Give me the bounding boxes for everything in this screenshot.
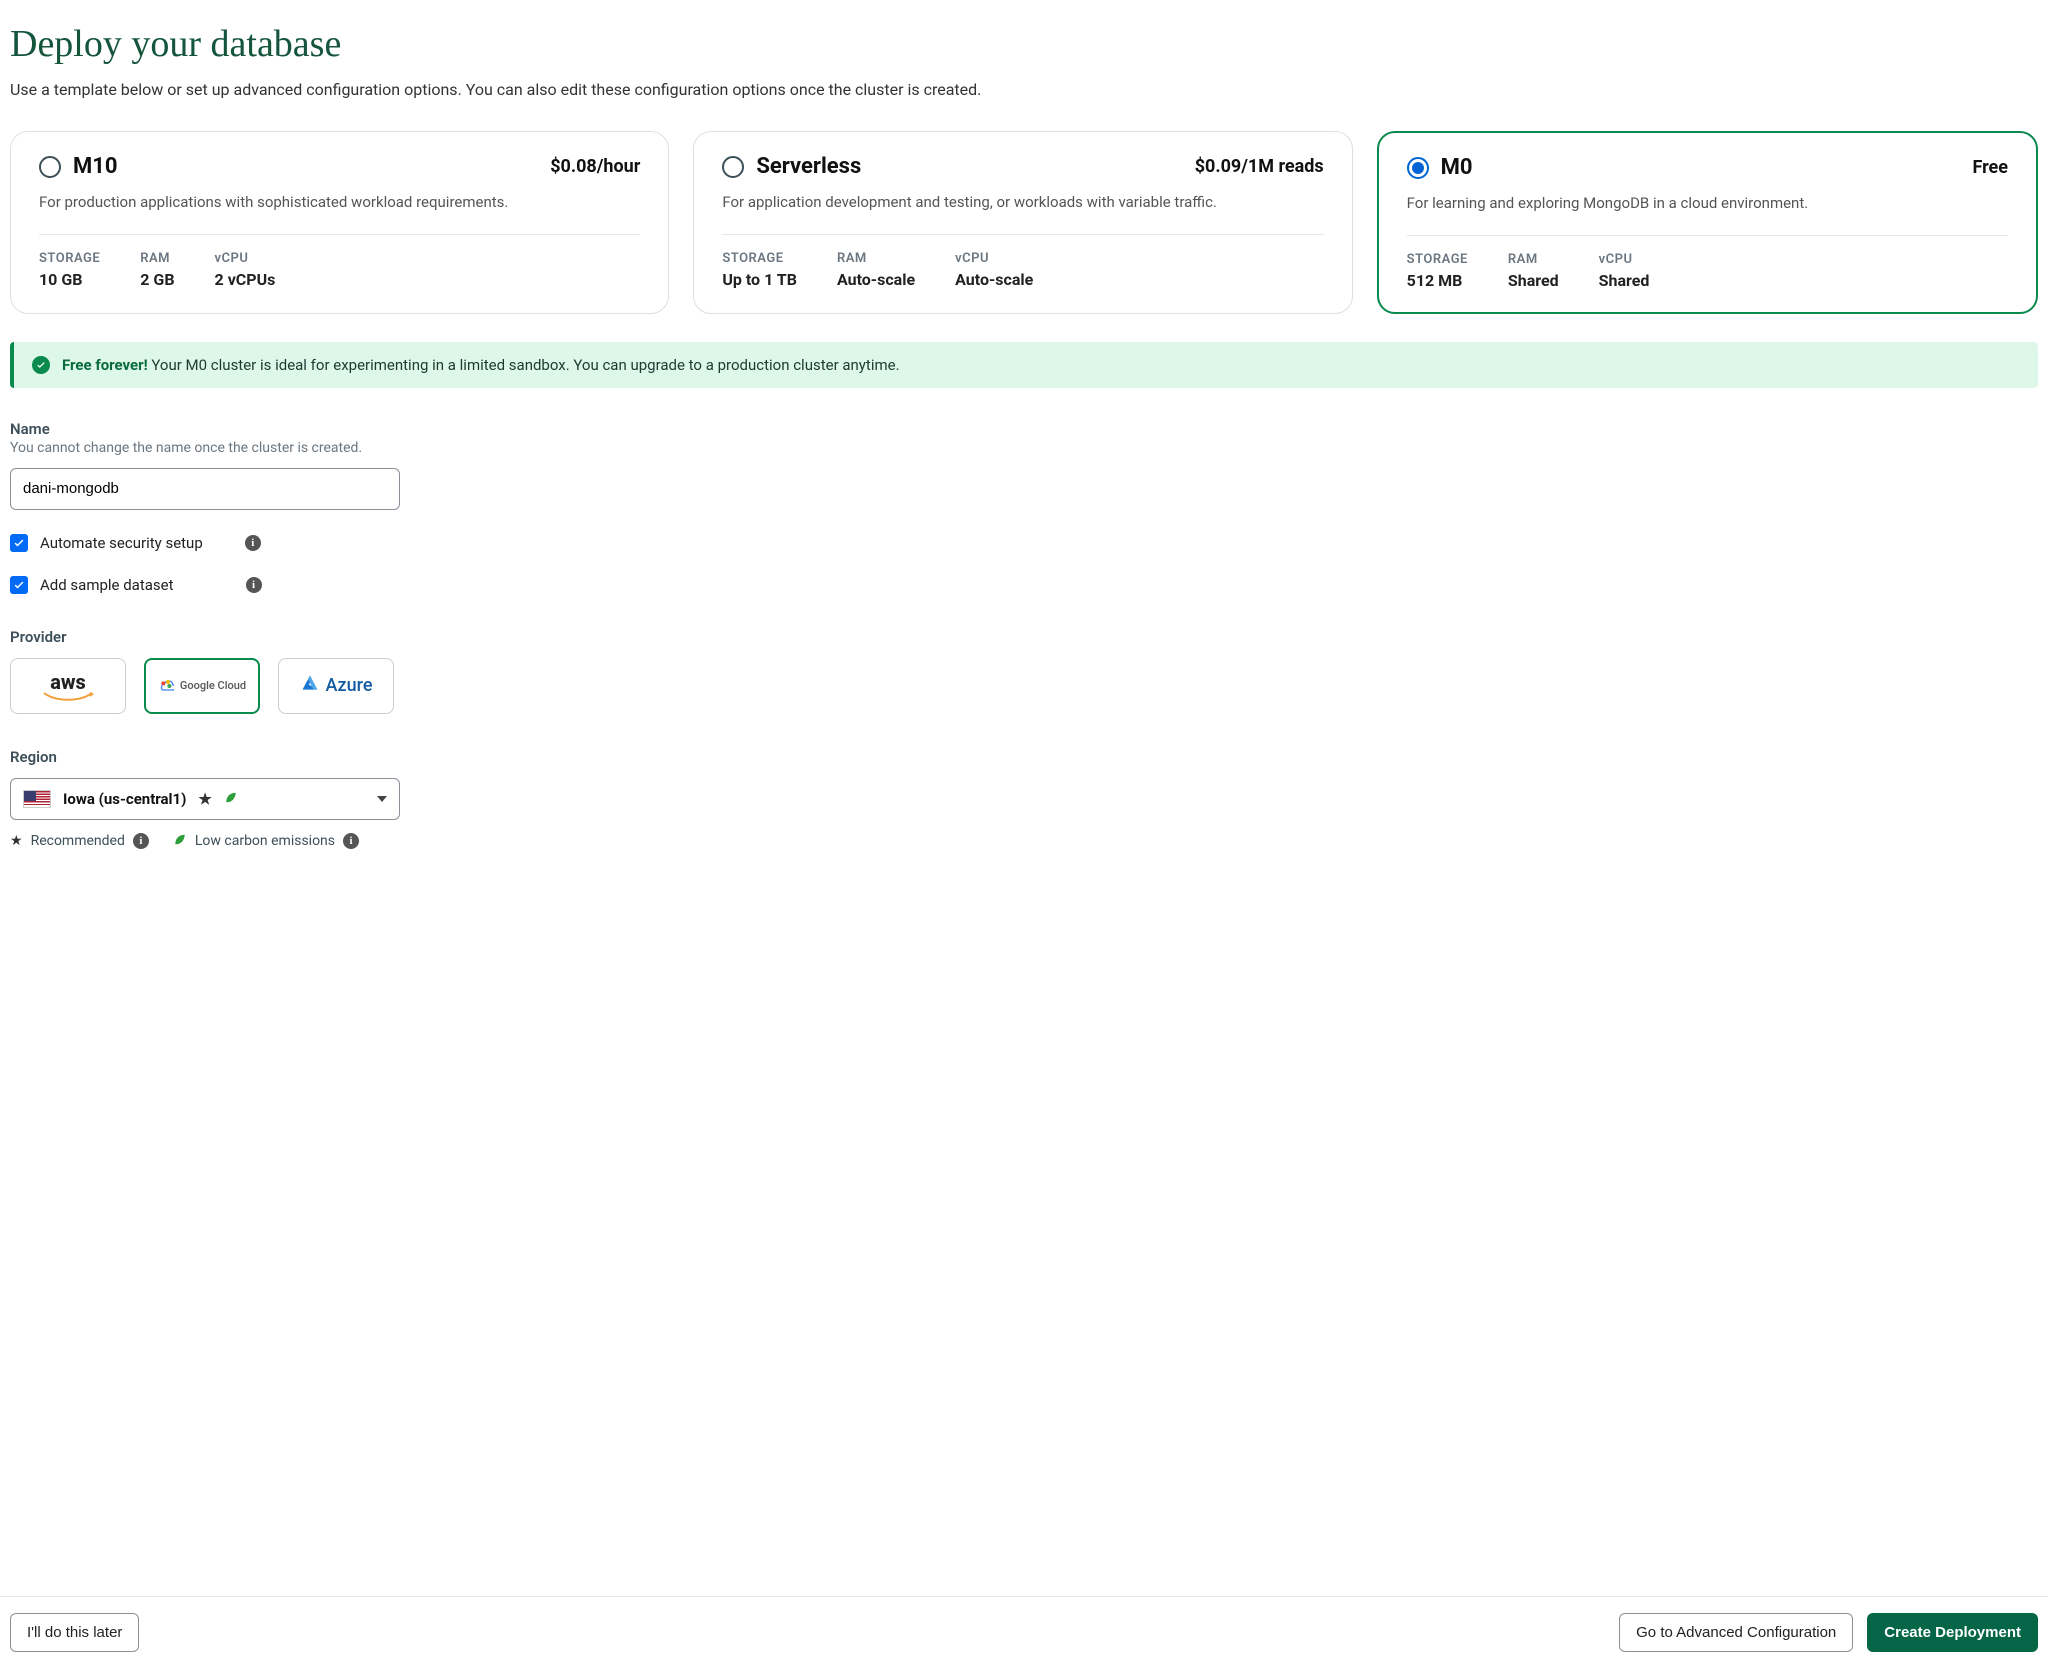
region-legend: ★ Recommended i Low carbon emissions i	[10, 832, 2038, 850]
ram-value: 2 GB	[140, 270, 174, 289]
vcpu-value: Auto-scale	[955, 270, 1033, 289]
name-help: You cannot change the name once the clus…	[10, 440, 2038, 456]
checkbox-icon[interactable]	[10, 534, 28, 552]
star-icon: ★	[10, 833, 23, 849]
plan-title: Serverless	[756, 154, 861, 179]
info-icon[interactable]: i	[133, 833, 149, 849]
provider-aws[interactable]: aws	[10, 658, 126, 714]
banner-strong: Free forever!	[62, 356, 148, 374]
info-icon[interactable]: i	[246, 577, 262, 593]
name-section: Name You cannot change the name once the…	[10, 420, 2038, 510]
star-icon: ★	[198, 790, 211, 808]
info-icon[interactable]: i	[343, 833, 359, 849]
region-select[interactable]: Iowa (us-central1) ★	[10, 778, 400, 820]
page-subtitle: Use a template below or set up advanced …	[10, 80, 2038, 99]
azure-icon	[300, 673, 320, 698]
vcpu-label: vCPU	[955, 251, 1033, 266]
radio-serverless[interactable]	[722, 156, 744, 178]
plan-card-serverless[interactable]: Serverless $0.09/1M reads For applicatio…	[693, 131, 1352, 314]
checkbox-icon[interactable]	[10, 576, 28, 594]
page-title: Deploy your database	[10, 22, 2038, 66]
us-flag-icon	[23, 790, 51, 808]
region-selected-text: Iowa (us-central1)	[63, 790, 186, 808]
plan-card-m10[interactable]: M10 $0.08/hour For production applicatio…	[10, 131, 669, 314]
automate-security-checkbox-row[interactable]: Automate security setup i	[10, 534, 2038, 552]
plan-price: $0.09/1M reads	[1195, 156, 1324, 177]
storage-value: 10 GB	[39, 270, 100, 289]
chevron-down-icon	[377, 796, 387, 802]
radio-m0[interactable]	[1407, 157, 1429, 179]
google-cloud-label: Google Cloud	[180, 679, 246, 692]
ram-value: Auto-scale	[837, 270, 915, 289]
aws-logo: aws	[50, 670, 86, 694]
plan-desc: For production applications with sophist…	[39, 191, 640, 214]
plan-desc: For application development and testing,…	[722, 191, 1323, 214]
ram-label: RAM	[837, 251, 915, 266]
create-deployment-button[interactable]: Create Deployment	[1867, 1613, 2038, 1652]
region-label: Region	[10, 748, 2038, 766]
vcpu-label: vCPU	[1599, 252, 1650, 267]
info-icon[interactable]: i	[245, 535, 261, 551]
provider-google-cloud[interactable]: Google Cloud	[144, 658, 260, 714]
radio-m10[interactable]	[39, 156, 61, 178]
checkbox-label: Automate security setup	[40, 534, 203, 552]
banner-text: Your M0 cluster is ideal for experimenti…	[148, 356, 900, 374]
plan-price: $0.08/hour	[550, 156, 640, 177]
ram-label: RAM	[140, 251, 174, 266]
vcpu-value: Shared	[1599, 271, 1650, 290]
storage-label: STORAGE	[39, 251, 100, 266]
ram-label: RAM	[1508, 252, 1559, 267]
add-sample-dataset-checkbox-row[interactable]: Add sample dataset i	[10, 576, 2038, 594]
check-icon	[32, 356, 50, 374]
plan-title: M0	[1441, 155, 1473, 180]
storage-value: Up to 1 TB	[722, 270, 797, 289]
provider-azure[interactable]: Azure	[278, 658, 394, 714]
storage-value: 512 MB	[1407, 271, 1468, 290]
leaf-icon	[173, 832, 187, 850]
cluster-name-input[interactable]	[10, 468, 400, 510]
plan-desc: For learning and exploring MongoDB in a …	[1407, 192, 2008, 215]
leaf-icon	[224, 790, 238, 808]
checkbox-label: Add sample dataset	[40, 576, 174, 594]
free-forever-banner: Free forever! Your M0 cluster is ideal f…	[10, 342, 2038, 388]
do-this-later-button[interactable]: I'll do this later	[10, 1613, 139, 1652]
plan-price: Free	[1972, 157, 2008, 178]
storage-label: STORAGE	[1407, 252, 1468, 267]
legend-recommended: Recommended	[31, 833, 125, 849]
plan-cards-row: M10 $0.08/hour For production applicatio…	[10, 131, 2038, 314]
advanced-config-button[interactable]: Go to Advanced Configuration	[1619, 1613, 1853, 1652]
provider-label: Provider	[10, 628, 2038, 646]
vcpu-label: vCPU	[215, 251, 276, 266]
name-label: Name	[10, 420, 2038, 438]
legend-lowcarbon: Low carbon emissions	[195, 833, 335, 849]
storage-label: STORAGE	[722, 251, 797, 266]
azure-label: Azure	[326, 675, 373, 696]
ram-value: Shared	[1508, 271, 1559, 290]
vcpu-value: 2 vCPUs	[215, 270, 276, 289]
footer-bar: I'll do this later Go to Advanced Config…	[0, 1596, 2048, 1668]
plan-card-m0[interactable]: M0 Free For learning and exploring Mongo…	[1377, 131, 2038, 314]
google-cloud-icon	[158, 676, 174, 695]
plan-title: M10	[73, 154, 118, 179]
